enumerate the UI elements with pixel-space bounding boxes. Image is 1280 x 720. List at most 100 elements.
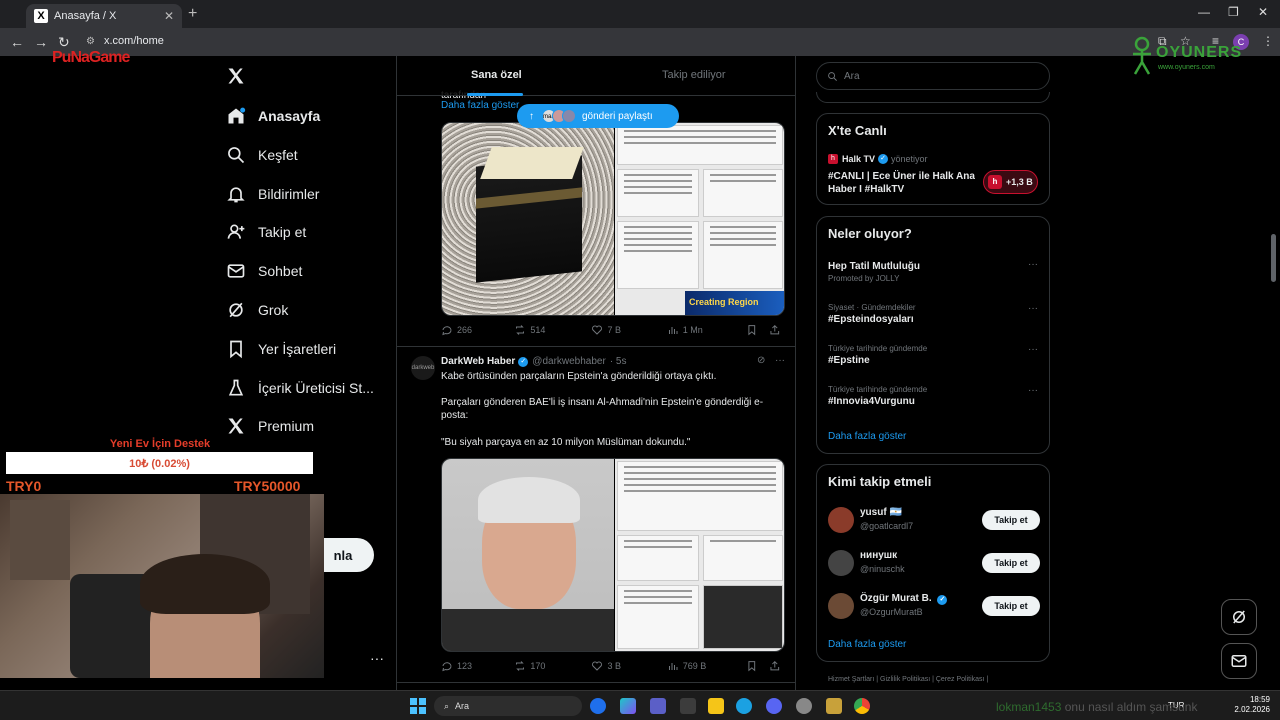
kaaba-image[interactable] — [442, 123, 614, 315]
share-icon[interactable] — [769, 660, 781, 672]
copilot-icon[interactable] — [620, 698, 636, 714]
like-count: 3 B — [607, 661, 621, 671]
bookmark-icon[interactable] — [746, 660, 758, 672]
trend-item[interactable]: Türkiye tarihinde gündemde #Epstine ··· — [828, 344, 1038, 366]
nav-premium[interactable]: Premium — [226, 416, 314, 436]
new-posts-pill[interactable]: ↑ maas gönderi paylaştı — [517, 104, 679, 128]
reply-button[interactable]: 266 — [441, 324, 514, 336]
author-handle[interactable]: @darkwebhaber — [532, 356, 606, 367]
account-more-icon[interactable]: ··· — [370, 650, 384, 666]
forward-icon[interactable]: → — [34, 34, 48, 50]
views-button[interactable]: 1 Mn — [667, 324, 746, 336]
app-icon[interactable] — [796, 698, 812, 714]
footer-links[interactable]: Hizmet Şartları | Gizlilik Politikası | … — [828, 676, 988, 683]
search-input[interactable]: Ara — [816, 62, 1050, 90]
avatar[interactable] — [828, 593, 854, 619]
follow-suggestion[interactable]: нинушк @ninuschk Takip et — [828, 548, 1040, 578]
menu-icon[interactable]: ⋮ — [1262, 34, 1274, 48]
tab-for-you[interactable]: Sana özel — [471, 69, 522, 81]
trends-show-more[interactable]: Daha fazla göster — [828, 431, 906, 442]
trend-item[interactable]: Siyaset · Gündemdekiler #Epsteindosyalar… — [828, 303, 1038, 325]
chrome-icon[interactable] — [854, 698, 870, 714]
portrait-image[interactable] — [442, 459, 614, 651]
avatar[interactable] — [828, 550, 854, 576]
show-more-link[interactable]: Daha fazla göster — [441, 100, 519, 111]
live-listeners[interactable]: h +1,3 B — [983, 170, 1038, 194]
like-button[interactable]: 7 B — [591, 324, 666, 336]
folder-icon[interactable] — [708, 698, 724, 714]
apps-icon[interactable] — [680, 698, 696, 714]
site-info-icon[interactable]: ⚙ — [86, 36, 95, 47]
avatar[interactable]: darkweb — [411, 356, 435, 380]
tab-following[interactable]: Takip ediliyor — [662, 69, 726, 81]
more-icon[interactable]: ··· — [1028, 344, 1038, 355]
share-icon[interactable] — [769, 324, 781, 336]
reply-button[interactable]: 123 — [441, 660, 514, 672]
user-name: Özgür Murat B. ✓ — [860, 593, 948, 605]
browser-tab[interactable]: X Anasayfa / X ✕ — [26, 4, 182, 28]
retweet-button[interactable]: 170 — [514, 660, 591, 672]
views-count: 769 B — [682, 661, 707, 671]
url-text[interactable]: x.com/home — [104, 35, 164, 47]
who-to-follow-show-more[interactable]: Daha fazla göster — [828, 639, 906, 650]
follow-button[interactable]: Takip et — [982, 596, 1040, 616]
follow-suggestion[interactable]: yusuf 🇦🇷 @goatlcardl7 Takip et — [828, 505, 1040, 535]
nav-follow[interactable]: Takip et — [226, 222, 306, 242]
retweet-button[interactable]: 514 — [514, 324, 591, 336]
follow-button[interactable]: Takip et — [982, 553, 1040, 573]
document-collage[interactable] — [615, 459, 784, 651]
teams-icon[interactable] — [650, 698, 666, 714]
live-host[interactable]: h Halk TV ✓ yönetiyor — [828, 154, 928, 164]
nav-home[interactable]: Anasayfa — [226, 106, 320, 126]
close-window-icon[interactable]: ✕ — [1258, 5, 1268, 19]
clock[interactable]: 18:59 2.02.2026 — [1230, 695, 1270, 715]
tweet-media[interactable] — [441, 458, 785, 652]
follow-button[interactable]: Takip et — [982, 510, 1040, 530]
nav-grok[interactable]: Grok — [226, 300, 288, 320]
trend-item[interactable]: Hep Tatil Mutluluğu Promoted by JOLLY ··… — [828, 259, 1038, 283]
live-title[interactable]: #CANLI | Ece Üner ile Halk Ana Haber I #… — [828, 170, 978, 196]
tweet-text: "Bu siyah parçaya en az 10 milyon Müslüm… — [441, 437, 691, 448]
scrollbar[interactable] — [1271, 234, 1276, 282]
more-icon[interactable]: ··· — [1028, 259, 1038, 270]
tweet-media[interactable]: Creating Region — [441, 122, 785, 316]
views-button[interactable]: 769 B — [667, 660, 746, 672]
more-icon[interactable]: ··· — [775, 355, 785, 366]
author-name[interactable]: DarkWeb Haber — [441, 356, 515, 367]
follow-suggestion[interactable]: Özgür Murat B. ✓ @OzgurMuratB Takip et — [828, 591, 1040, 621]
trend-promo: Promoted by JOLLY — [828, 274, 900, 283]
x-logo-icon[interactable] — [226, 66, 246, 86]
grok-icon[interactable]: ⊘ — [757, 355, 765, 366]
nav-label: Anasayfa — [258, 108, 321, 124]
live-host-name: Halk TV — [842, 154, 876, 164]
new-tab-icon[interactable]: + — [188, 5, 197, 23]
nav-notifications[interactable]: Bildirimler — [226, 184, 319, 204]
bookmark-icon[interactable] — [746, 324, 758, 336]
avatar[interactable] — [828, 507, 854, 533]
taskbar-search[interactable]: ⌕ Ara — [434, 696, 582, 716]
tab-close-icon[interactable]: ✕ — [164, 9, 174, 23]
minimize-icon[interactable]: — — [1198, 5, 1210, 19]
nav-label: Sohbet — [258, 263, 303, 279]
more-icon[interactable]: ··· — [1028, 303, 1038, 314]
more-icon[interactable]: ··· — [1028, 385, 1038, 396]
discord-icon[interactable] — [766, 698, 782, 714]
nav-bookmarks[interactable]: Yer İşaretleri — [226, 339, 336, 359]
grok-fab[interactable] — [1221, 599, 1257, 635]
like-button[interactable]: 3 B — [591, 660, 666, 672]
messages-fab[interactable] — [1221, 643, 1257, 679]
who-to-follow-title: Kimi takip etmeli — [828, 474, 932, 489]
nav-chat[interactable]: Sohbet — [226, 261, 302, 281]
taskview-icon[interactable] — [590, 698, 606, 714]
maximize-icon[interactable]: ❐ — [1228, 5, 1239, 19]
tweet-time[interactable]: · 5s — [610, 356, 627, 367]
nav-explore[interactable]: Keşfet — [226, 145, 298, 165]
document-collage[interactable]: Creating Region — [615, 123, 784, 315]
app-icon[interactable] — [826, 698, 842, 714]
trend-item[interactable]: Türkiye tarihinde gündemde #Innovia4Vurg… — [828, 385, 1038, 407]
back-icon[interactable]: ← — [10, 34, 24, 50]
heart-icon — [592, 661, 603, 671]
nav-creator-studio[interactable]: İçerik Üreticisi St... — [226, 378, 374, 398]
edge-icon[interactable] — [736, 698, 752, 714]
windows-start-icon[interactable] — [410, 698, 426, 714]
